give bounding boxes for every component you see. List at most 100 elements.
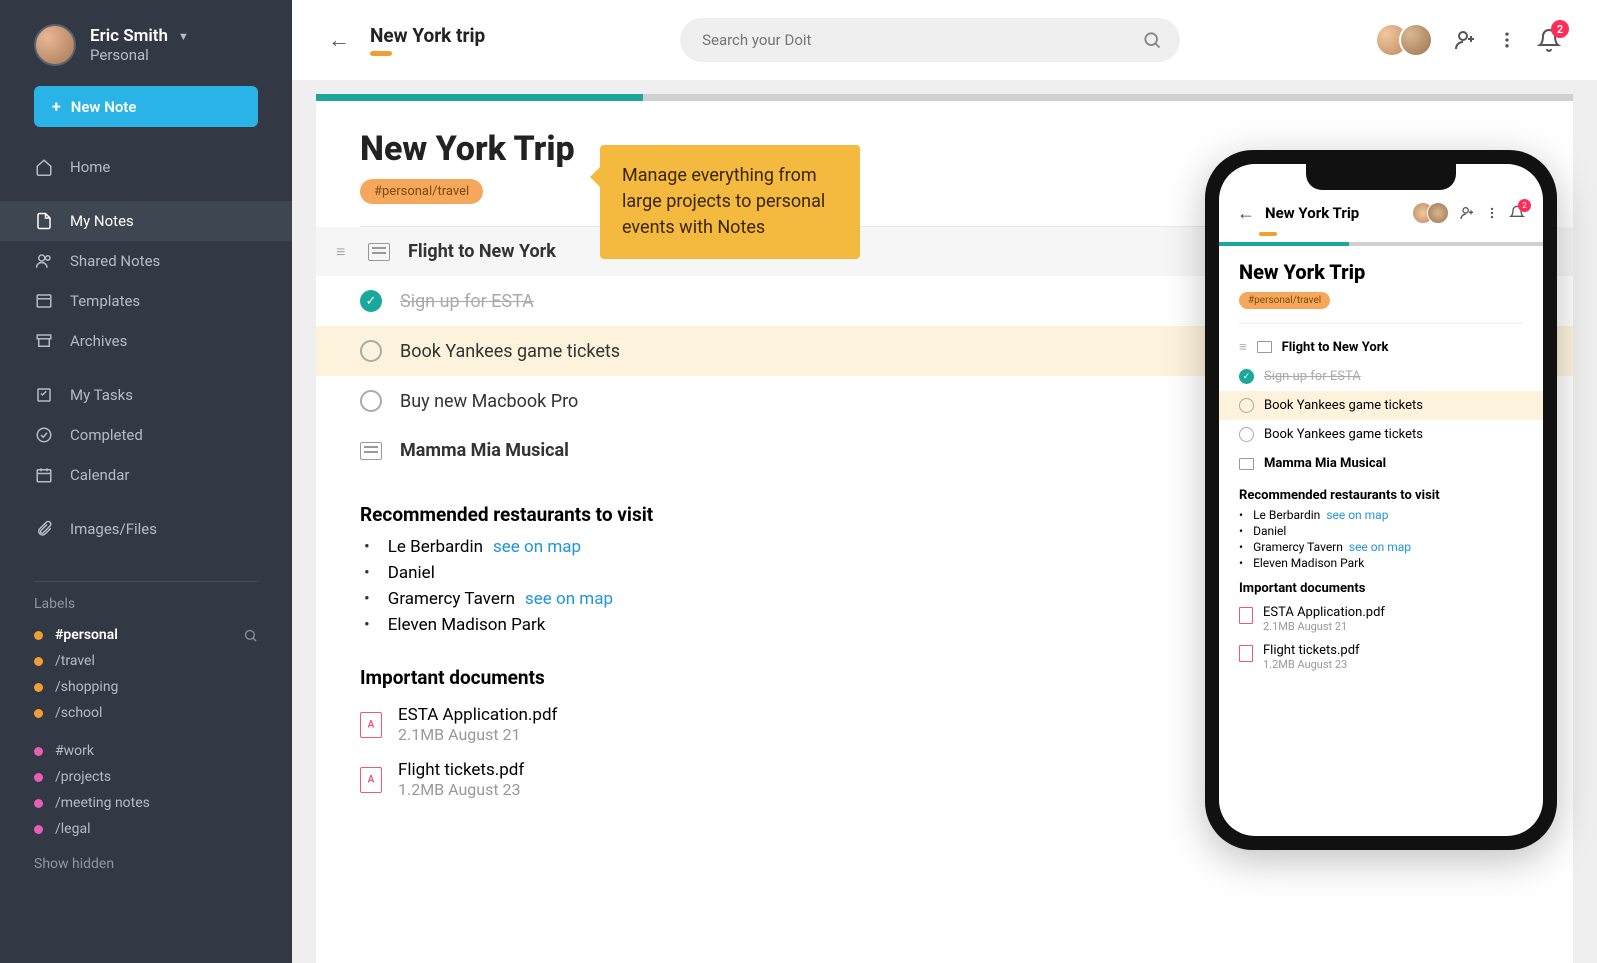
phone-note-title: New York Trip <box>1239 260 1523 284</box>
collaborator-avatars[interactable] <box>1375 23 1433 57</box>
user-name: Eric Smith <box>90 26 168 46</box>
note-icon <box>34 211 54 231</box>
sidebar-item-shared-notes[interactable]: Shared Notes <box>0 241 292 281</box>
sidebar-item-label: Shared Notes <box>70 252 160 270</box>
phone-back-icon: ← <box>1237 203 1255 224</box>
phone-notch <box>1306 164 1456 190</box>
phone-tag: #personal/travel <box>1239 292 1330 309</box>
breadcrumb[interactable]: New York trip <box>370 24 485 47</box>
sidebar-item-my-notes[interactable]: My Notes <box>0 201 292 241</box>
map-link[interactable]: see on map <box>525 589 613 609</box>
label-projects[interactable]: /projects <box>34 764 258 790</box>
add-user-button[interactable] <box>1453 28 1477 52</box>
people-icon <box>34 251 54 271</box>
task-text: Book Yankees game tickets <box>400 341 620 362</box>
document-name: ESTA Application.pdf <box>398 705 557 725</box>
phone-task: ✓Sign up for ESTA <box>1239 362 1523 391</box>
phone-doc-row: ESTA Application.pdf2.1MB August 21 <box>1239 600 1523 638</box>
notifications-button[interactable]: 2 <box>1537 28 1561 52</box>
label-dot-icon <box>34 709 43 718</box>
label-dot-icon <box>34 825 43 834</box>
notification-badge: 2 <box>1551 20 1569 38</box>
document-name: Flight tickets.pdf <box>398 760 524 780</box>
checkbox-done-icon[interactable]: ✓ <box>360 290 382 312</box>
more-menu-button[interactable] <box>1497 30 1517 50</box>
new-note-label: New Note <box>71 98 137 116</box>
phone-title: New York Trip <box>1265 204 1402 222</box>
archive-icon <box>34 331 54 351</box>
pdf-icon <box>360 712 382 738</box>
label-dot-icon <box>34 799 43 808</box>
sidebar-item-images-files[interactable]: Images/Files <box>0 509 292 549</box>
sidebar-item-templates[interactable]: Templates <box>0 281 292 321</box>
document-meta: 1.2MB August 23 <box>398 780 524 799</box>
breadcrumb-underline <box>370 51 392 56</box>
note-icon <box>368 243 390 261</box>
show-hidden-toggle[interactable]: Show hidden <box>0 842 292 886</box>
phone-docs-header: Important documents <box>1239 581 1523 596</box>
note-icon <box>360 442 382 460</box>
label-dot-icon <box>34 683 43 692</box>
sidebar-item-label: Templates <box>70 292 140 310</box>
sidebar-item-archives[interactable]: Archives <box>0 321 292 361</box>
phone-doc-row: Flight tickets.pdf1.2MB August 23 <box>1239 638 1523 676</box>
checkbox-open-icon[interactable] <box>360 340 382 362</box>
home-icon <box>34 157 54 177</box>
label-text: /shopping <box>55 679 118 695</box>
new-note-button[interactable]: + New Note <box>34 86 258 127</box>
search-icon[interactable] <box>1142 30 1162 50</box>
search-input[interactable] <box>680 18 1180 62</box>
phone-mockup: ← New York Trip 2 New York Trip #persona… <box>1205 150 1557 850</box>
avatar <box>1399 23 1433 57</box>
sidebar-item-label: Completed <box>70 426 143 444</box>
task-section-title: Flight to New York <box>408 241 556 262</box>
check-icon <box>34 425 54 445</box>
phone-bell-icon: 2 <box>1509 205 1525 221</box>
label-meeting-notes[interactable]: /meeting notes <box>34 790 258 816</box>
label-school[interactable]: /school <box>34 700 258 726</box>
user-switcher[interactable]: Eric Smith ▼ Personal <box>0 24 292 86</box>
user-avatar <box>34 24 76 66</box>
map-link[interactable]: see on map <box>493 537 581 557</box>
sidebar-item-calendar[interactable]: Calendar <box>0 455 292 495</box>
sidebar-item-label: Calendar <box>70 466 130 484</box>
plus-icon: + <box>52 97 61 116</box>
phone-avatars <box>1412 202 1449 224</box>
label-shopping[interactable]: /shopping <box>34 674 258 700</box>
sidebar-item-label: Home <box>70 158 110 176</box>
label-work[interactable]: #work <box>34 738 258 764</box>
label-dot-icon <box>34 773 43 782</box>
phone-more-icon <box>1485 206 1499 220</box>
feature-tooltip: Manage everything from large projects to… <box>600 145 860 259</box>
phone-task: Mamma Mia Musical <box>1239 449 1523 478</box>
attachment-icon <box>34 519 54 539</box>
checkbox-open-icon[interactable] <box>360 390 382 412</box>
sidebar-item-home[interactable]: Home <box>0 147 292 187</box>
sidebar-item-completed[interactable]: Completed <box>0 415 292 455</box>
drag-handle-icon[interactable]: ≡ <box>336 242 350 262</box>
phone-task-header: ≡Flight to New York <box>1239 332 1523 362</box>
labels-header: Labels <box>34 596 258 612</box>
task-text: Mamma Mia Musical <box>400 440 569 461</box>
workspace-name: Personal <box>90 46 189 64</box>
label-travel[interactable]: /travel <box>34 648 258 674</box>
sidebar: Eric Smith ▼ Personal + New Note Home My… <box>0 0 292 963</box>
tasks-icon <box>34 385 54 405</box>
label-text: /projects <box>55 769 111 785</box>
phone-restaurants-header: Recommended restaurants to visit <box>1239 488 1523 503</box>
note-tag[interactable]: #personal/travel <box>360 179 483 204</box>
document-meta: 2.1MB August 21 <box>398 725 557 744</box>
phone-task: Book Yankees game tickets <box>1239 420 1523 449</box>
back-button[interactable]: ← <box>328 27 350 53</box>
label-personal[interactable]: #personal <box>34 622 118 648</box>
label-legal[interactable]: /legal <box>34 816 258 842</box>
label-dot-icon <box>34 657 43 666</box>
label-text: #personal <box>55 627 118 643</box>
progress-bar <box>316 94 1573 101</box>
sidebar-item-label: Images/Files <box>70 520 157 538</box>
task-text: Buy new Macbook Pro <box>400 391 578 412</box>
pdf-icon <box>360 767 382 793</box>
task-text: Sign up for ESTA <box>400 291 534 312</box>
search-icon[interactable] <box>243 628 258 643</box>
sidebar-item-my-tasks[interactable]: My Tasks <box>0 375 292 415</box>
